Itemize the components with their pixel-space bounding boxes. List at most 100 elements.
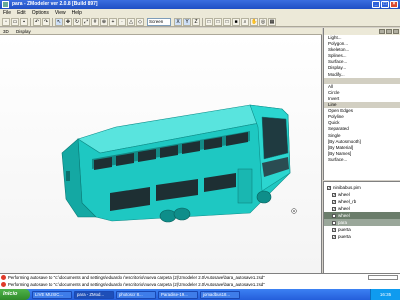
visibility-checkbox[interactable]: ✓ [332,192,336,197]
taskbar-item[interactable]: photoscr 8... [116,290,156,299]
tree-item-label: wheel_rb [338,199,357,204]
log-line: Performing autosave to "c:\documents and… [0,281,400,288]
save-icon[interactable]: ▪ [20,17,28,26]
redo-icon[interactable]: ↷ [42,17,50,26]
object-icon[interactable]: ◇ [136,17,144,26]
visibility-checkbox[interactable]: ✓ [332,227,336,232]
orbit-icon[interactable]: ◎ [259,17,267,26]
visibility-checkbox[interactable]: ✓ [332,213,336,218]
warning-icon [1,275,6,280]
window-controls: _ □ × [372,1,398,8]
tree-item-label: puerta [338,234,351,239]
menu-view[interactable]: View [55,9,66,17]
pivot-center [293,210,295,212]
layout-icon[interactable]: ▦ [268,17,276,26]
scale-icon[interactable]: ⤢ [82,17,90,26]
rear-light [66,171,70,181]
tree-item[interactable]: ✓ wheel [324,191,400,198]
new-file-icon[interactable]: ▫ [2,17,10,26]
tree-item-selected[interactable]: ✓ para [324,219,400,226]
view-3d-icon[interactable]: ■ [232,17,240,26]
window-title: para - ZModeler ver 2.0.8 [Build 897] [12,1,98,7]
front-windshield [261,116,289,160]
object-tree-panel: ✓ ninibabus.pim ✓ wheel ✓ wheel_rb ✓ wheel ✓… [323,181,400,273]
menu-help[interactable]: Help [72,9,82,17]
panel-tab-icon[interactable] [393,29,399,34]
tree-item-label: wheel [338,213,350,218]
tree-item-root[interactable]: ✓ ninibabus.pim [324,184,400,191]
view-side-icon[interactable]: □ [223,17,231,26]
tree-item-selected[interactable]: ✓ wheel [324,212,400,219]
view-mode-label[interactable]: 3D [3,29,9,34]
taskbar-item[interactable]: jomadbus18... [200,290,240,299]
tree-item[interactable]: ✓ puerta [324,233,400,240]
toolbar-separator [30,17,31,26]
tree-item-label: wheel [338,192,350,197]
visibility-checkbox[interactable]: ✓ [332,199,336,204]
menu-file[interactable]: File [3,9,11,17]
command-item[interactable]: Surface... [324,157,400,163]
log-panel: Performing autosave to "c:\documents and… [0,273,400,289]
taskbar: Inicio LIVE MUSIC... para - ZMod... phot… [0,289,400,300]
visibility-checkbox[interactable]: ✓ [332,234,336,239]
menu-bar: File Edit Options View Help [0,9,400,17]
menu-edit[interactable]: Edit [17,9,26,17]
view-top-icon[interactable]: □ [205,17,213,26]
tree-item-label: puerta [338,227,351,232]
display-label[interactable]: Display [16,29,31,34]
front-wheel [256,190,272,204]
view-front-icon[interactable]: □ [214,17,222,26]
snap-icon[interactable]: ⊕ [100,17,108,26]
polygon-icon[interactable]: △ [127,17,135,26]
tree-item[interactable]: ✓ wheel [324,205,400,212]
toolbar-separator [202,17,203,26]
panel-tab-icon[interactable] [379,29,385,34]
toolbar: ▫ ▭ ▪ ↶ ↷ ↖ ✥ ↻ ⤢ # ⊕ + · △ ◇ Screen X Y… [0,17,400,27]
lock-x-icon[interactable]: X [174,17,182,26]
vertex-icon[interactable]: · [118,17,126,26]
taskbar-item[interactable]: Paradise-19... [158,290,198,299]
log-text: Performing autosave to "c:\documents and… [8,282,265,287]
toolbar-separator [52,17,53,26]
rotate-icon[interactable]: ↻ [73,17,81,26]
command-list: Light... Polygon... Skeleton... Splines.… [324,35,400,163]
axis-icon[interactable]: + [109,17,117,26]
log-line: Performing autosave to "c:\documents and… [0,274,400,281]
coordinate-mode-select[interactable]: Screen [147,17,171,26]
bus-model [61,104,297,223]
menu-options[interactable]: Options [32,9,49,17]
app-icon [2,1,9,8]
tree-item[interactable]: ✓ puerta [324,226,400,233]
minimize-button[interactable]: _ [372,1,380,8]
lock-z-icon[interactable]: Z [192,17,200,26]
visibility-checkbox[interactable]: ✓ [332,206,336,211]
tree-item[interactable]: ✓ wheel_rb [324,198,400,205]
bus-door [237,168,253,204]
viewport-header: 3D Display [0,28,322,35]
undo-icon[interactable]: ↶ [33,17,41,26]
grid-icon[interactable]: # [91,17,99,26]
3d-viewport[interactable] [0,35,322,273]
zmodeler-window: para - ZModeler ver 2.0.8 [Build 897] _ … [0,0,400,300]
panel-tab-icon[interactable] [386,29,392,34]
move-icon[interactable]: ✥ [64,17,72,26]
close-button[interactable]: × [390,1,398,8]
visibility-checkbox[interactable]: ✓ [332,220,336,225]
select-arrow-icon[interactable]: ↖ [55,17,63,26]
panel-tabs [324,28,400,35]
title-bar: para - ZModeler ver 2.0.8 [Build 897] _ … [0,0,400,9]
start-button[interactable]: Inicio [0,289,30,300]
pan-icon[interactable]: ✋ [250,17,258,26]
taskbar-item[interactable]: LIVE MUSIC... [32,290,72,299]
lock-y-icon[interactable]: Y [183,17,191,26]
object-tree: ✓ ninibabus.pim ✓ wheel ✓ wheel_rb ✓ wheel ✓… [324,182,400,240]
command-panel: Light... Polygon... Skeleton... Splines.… [323,28,400,180]
visibility-checkbox[interactable]: ✓ [327,185,331,190]
system-clock: 16:35 [370,289,400,300]
taskbar-item-active[interactable]: para - ZMod... [74,290,114,299]
warning-icon [1,282,6,287]
open-file-icon[interactable]: ▭ [11,17,19,26]
zoom-icon[interactable]: ⌕ [241,17,249,26]
maximize-button[interactable]: □ [381,1,389,8]
tree-item-label: ninibabus.pim [333,185,361,190]
